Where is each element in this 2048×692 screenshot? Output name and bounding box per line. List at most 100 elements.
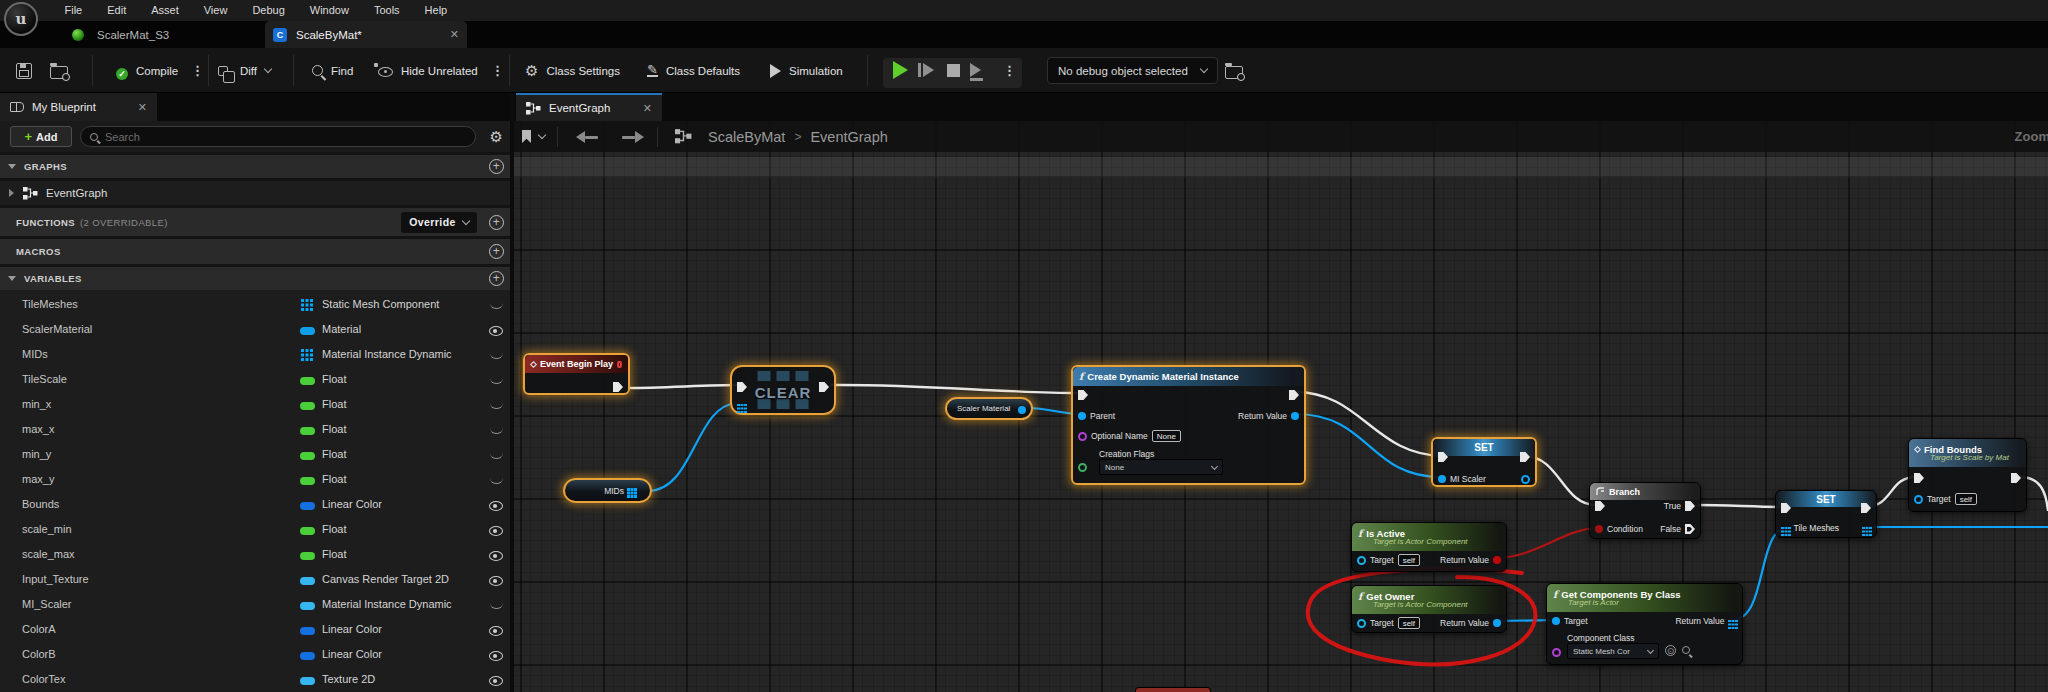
- delegate-pin[interactable]: [617, 361, 622, 368]
- add-graph-icon[interactable]: +: [489, 159, 504, 174]
- variable-row-scalermaterial[interactable]: ScalerMaterialMaterial: [0, 318, 512, 343]
- forward-arrow-icon[interactable]: [622, 136, 635, 139]
- target-pin[interactable]: Targetself: [1357, 617, 1420, 629]
- target-pin[interactable]: Targetself: [1357, 554, 1420, 566]
- return-value-pin[interactable]: Return Value: [1440, 554, 1501, 566]
- node-branch[interactable]: Branch True Condition False: [1589, 482, 1701, 539]
- eye-closed-icon[interactable]: [490, 478, 503, 484]
- component-class-dropdown[interactable]: Static Mesh Cor: [1567, 643, 1659, 659]
- output-pin[interactable]: [1521, 473, 1530, 485]
- eye-open-icon[interactable]: [489, 576, 503, 586]
- unreal-logo[interactable]: u: [4, 2, 38, 36]
- event-graph-editor[interactable]: EventGraph ✕ ScaleByMat > EventGraph: [512, 93, 2048, 692]
- eye-closed-icon[interactable]: [490, 303, 503, 309]
- stop-button[interactable]: [947, 64, 960, 77]
- node-set-tile-meshes[interactable]: SET Tile Meshes: [1775, 490, 1877, 538]
- exec-in-pin[interactable]: [1078, 389, 1088, 401]
- variable-row-colortex[interactable]: ColorTexTexture 2D: [0, 668, 512, 692]
- node-get-mids[interactable]: MIDs: [563, 478, 652, 503]
- add-function-icon[interactable]: +: [489, 215, 504, 230]
- material-out-pin[interactable]: [1018, 406, 1026, 414]
- close-icon[interactable]: ✕: [138, 101, 147, 114]
- class-settings-button[interactable]: ⚙ Class Settings: [525, 48, 620, 93]
- creation-flags-pin[interactable]: [1078, 461, 1087, 473]
- variable-row-tilescale[interactable]: TileScaleFloat: [0, 368, 512, 393]
- variable-row-colorb[interactable]: ColorBLinear Color: [0, 643, 512, 668]
- hide-unrelated-button[interactable]: Hide Unrelated: [378, 48, 478, 93]
- close-icon[interactable]: ✕: [450, 28, 459, 41]
- section-graphs[interactable]: GRAPHS +: [0, 155, 512, 178]
- debug-object-dropdown[interactable]: No debug object selected: [1047, 57, 1218, 84]
- array-out-pin[interactable]: [1862, 522, 1871, 534]
- menu-asset[interactable]: Asset: [139, 0, 192, 21]
- true-pin[interactable]: True: [1664, 500, 1695, 512]
- optional-name-pin[interactable]: Optional NameNone: [1078, 430, 1181, 442]
- search-input[interactable]: Search: [80, 126, 476, 147]
- return-value-pin[interactable]: Return Value: [1675, 615, 1737, 627]
- use-selected-icon[interactable]: ⊙: [1665, 645, 1676, 656]
- node-event-begin-play[interactable]: Event Begin Play: [523, 353, 630, 395]
- menu-tools[interactable]: Tools: [361, 0, 412, 21]
- simulation-button[interactable]: Simulation: [770, 48, 843, 93]
- breadcrumb-root[interactable]: ScaleByMat: [708, 129, 785, 145]
- exec-in-pin[interactable]: [1438, 451, 1448, 463]
- variable-row-mids[interactable]: MIDsMaterial Instance Dynamic: [0, 343, 512, 368]
- menu-help[interactable]: Help: [412, 0, 460, 21]
- bookmark-icon[interactable]: [522, 130, 531, 143]
- eye-open-icon[interactable]: [489, 501, 503, 511]
- variable-row-tilemeshes[interactable]: TileMeshesStatic Mesh Component: [0, 293, 512, 318]
- eye-closed-icon[interactable]: [490, 353, 503, 359]
- eye-closed-icon[interactable]: [490, 428, 503, 434]
- menu-debug[interactable]: Debug: [240, 0, 297, 21]
- exec-out-pin[interactable]: [613, 381, 623, 393]
- variable-row-max_y[interactable]: max_yFloat: [0, 468, 512, 493]
- node-clear-array[interactable]: CLEAR: [730, 365, 836, 415]
- play-options-icon[interactable]: ⋮: [1003, 48, 1016, 93]
- creation-flags-dropdown[interactable]: None: [1099, 459, 1223, 475]
- menu-file[interactable]: File: [52, 0, 95, 21]
- section-macros[interactable]: MACROS +: [0, 239, 512, 264]
- eye-closed-icon[interactable]: [490, 603, 503, 609]
- eye-open-icon[interactable]: [489, 651, 503, 661]
- return-value-pin[interactable]: Return Value: [1440, 617, 1501, 629]
- hide-unrelated-options-icon[interactable]: ⋮: [491, 48, 504, 93]
- menu-window[interactable]: Window: [297, 0, 361, 21]
- false-pin[interactable]: False: [1660, 523, 1695, 535]
- compile-button[interactable]: ✓ Compile: [112, 48, 178, 93]
- optional-name-field[interactable]: None: [1152, 430, 1181, 442]
- eye-closed-icon[interactable]: [490, 453, 503, 459]
- eye-open-icon[interactable]: [489, 626, 503, 636]
- exec-out-pin[interactable]: [819, 381, 829, 393]
- exec-out-pin[interactable]: [1289, 389, 1299, 401]
- exec-in-pin[interactable]: [737, 381, 747, 393]
- tab-scalebymat[interactable]: C ScaleByMat* ✕: [265, 21, 467, 48]
- find-button[interactable]: Find: [312, 48, 353, 93]
- eye-open-icon[interactable]: [489, 526, 503, 536]
- variable-row-min_y[interactable]: min_yFloat: [0, 443, 512, 468]
- variable-row-bounds[interactable]: BoundsLinear Color: [0, 493, 512, 518]
- exec-out-pin[interactable]: [1520, 451, 1530, 463]
- breadcrumb-current[interactable]: EventGraph: [810, 129, 887, 145]
- play-button[interactable]: [893, 61, 908, 79]
- eye-open-icon[interactable]: [489, 676, 503, 686]
- variable-row-scale_min[interactable]: scale_minFloat: [0, 518, 512, 543]
- chevron-down-icon[interactable]: [538, 131, 546, 139]
- component-class-pin[interactable]: [1552, 646, 1561, 658]
- save-button[interactable]: [16, 48, 32, 93]
- eye-closed-icon[interactable]: [490, 378, 503, 384]
- exec-in-pin[interactable]: [1914, 472, 1924, 484]
- add-macro-icon[interactable]: +: [489, 244, 504, 259]
- add-button[interactable]: +Add: [10, 126, 72, 147]
- sidebar-item-eventgraph[interactable]: EventGraph: [0, 181, 512, 205]
- panel-splitter[interactable]: [510, 93, 514, 692]
- browse-icon[interactable]: [1682, 646, 1690, 654]
- node-get-scaler-material[interactable]: Scaler Material: [945, 397, 1033, 420]
- condition-pin[interactable]: Condition: [1595, 523, 1643, 535]
- variable-row-mi_scaler[interactable]: MI_ScalerMaterial Instance Dynamic: [0, 593, 512, 618]
- target-field[interactable]: self: [1955, 493, 1977, 505]
- node-get-components-by-class[interactable]: f Get Components By Class Target is Acto…: [1546, 583, 1743, 665]
- node-event-tick-partial[interactable]: [1135, 687, 1211, 692]
- section-functions[interactable]: FUNCTIONS (2 OVERRIDABLE) Override +: [0, 208, 512, 236]
- skip-to-end-button[interactable]: [970, 63, 983, 81]
- settings-gear-icon[interactable]: ⚙: [490, 128, 503, 146]
